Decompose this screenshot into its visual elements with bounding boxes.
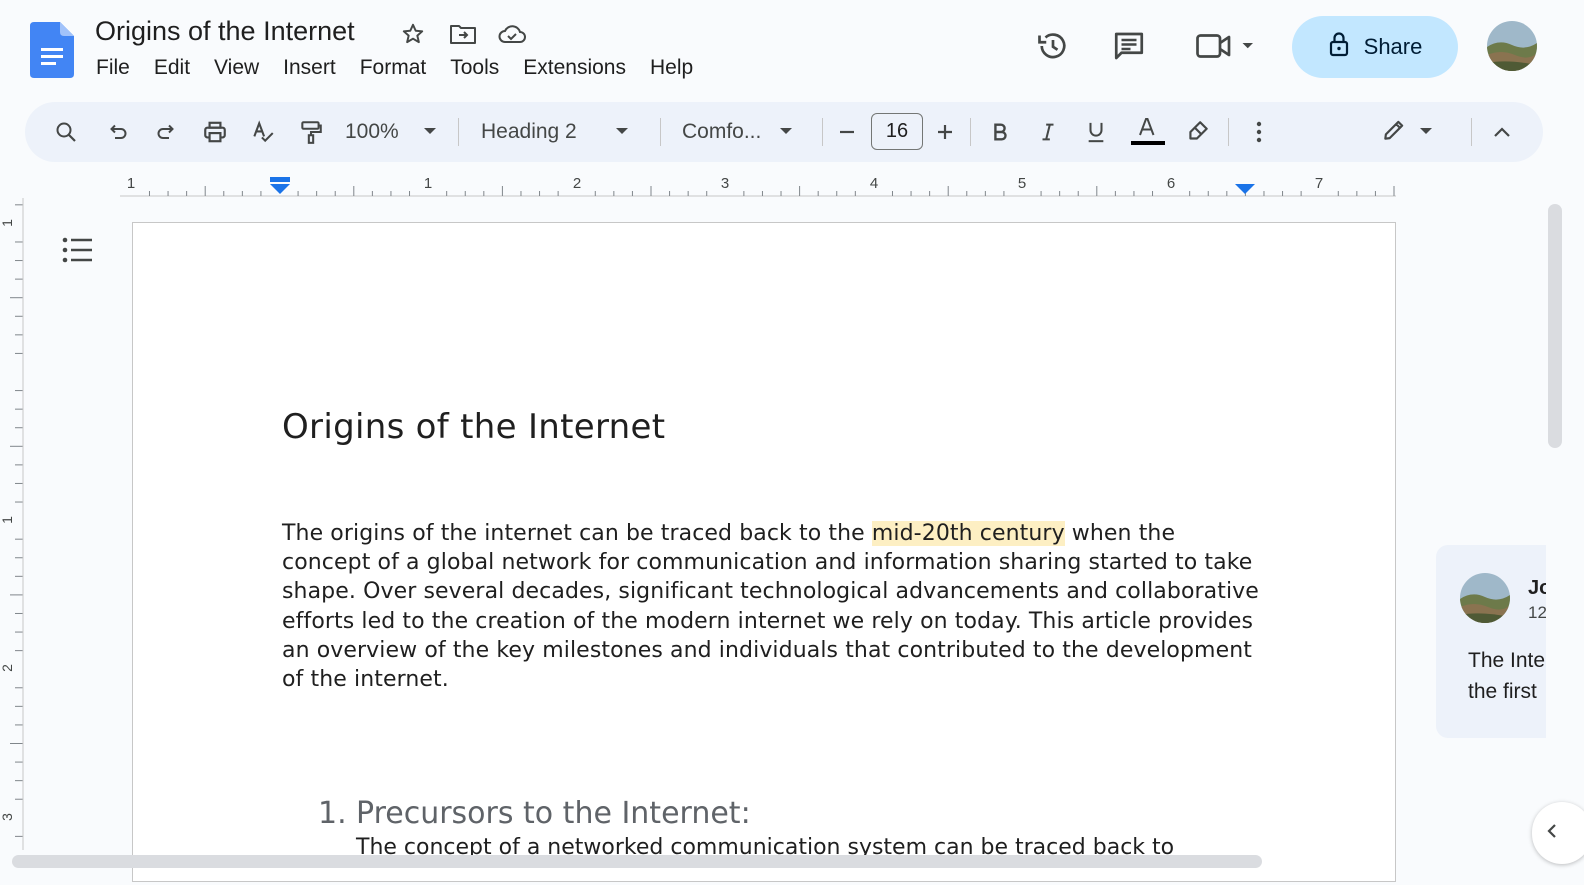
comment-text: the first xyxy=(1468,680,1537,703)
menu-bar: File Edit View Insert Format Tools Exten… xyxy=(84,54,705,82)
paragraph-text: when the concept of a global network for… xyxy=(282,521,1259,693)
chevron-down-icon xyxy=(779,123,793,141)
ruler-label: 4 xyxy=(870,175,878,192)
share-label: Share xyxy=(1363,34,1423,59)
italic-icon[interactable] xyxy=(1031,102,1065,162)
redo-icon[interactable] xyxy=(149,102,183,162)
star-icon[interactable] xyxy=(398,20,428,48)
chevron-down-icon xyxy=(423,123,437,141)
comment-card[interactable]: Jo 12 The Inte the first xyxy=(1436,545,1546,738)
chevron-down-icon xyxy=(615,123,629,141)
paragraph-style-select[interactable]: Heading 2 xyxy=(481,102,641,162)
comments-icon[interactable] xyxy=(1107,24,1151,68)
menu-edit[interactable]: Edit xyxy=(142,54,202,82)
ruler-label: 6 xyxy=(1167,175,1175,192)
pencil-icon xyxy=(1381,117,1407,148)
left-indent-marker[interactable] xyxy=(270,177,290,194)
version-history-icon[interactable] xyxy=(1031,24,1075,68)
lock-icon xyxy=(1328,31,1350,63)
vruler-label: 3 xyxy=(0,813,15,821)
decrease-font-size-icon[interactable] xyxy=(832,102,862,162)
toolbar-divider xyxy=(1228,118,1229,146)
horizontal-scrollbar[interactable] xyxy=(12,855,1262,868)
vruler-label: 1 xyxy=(0,219,15,227)
document-title[interactable]: Origins of the Internet xyxy=(95,16,355,47)
increase-font-size-icon[interactable] xyxy=(930,102,960,162)
ruler-label: 3 xyxy=(721,175,729,192)
font-value: Comfo... xyxy=(682,120,762,143)
menu-extensions[interactable]: Extensions xyxy=(511,54,638,82)
paragraph-text: The origins of the internet can be trace… xyxy=(282,521,872,546)
intro-paragraph[interactable]: The origins of the internet can be trace… xyxy=(282,519,1262,694)
list-number: 1. xyxy=(318,796,347,831)
chevron-down-icon xyxy=(1419,123,1433,141)
vertical-scrollbar[interactable] xyxy=(1548,204,1562,448)
commented-highlight[interactable]: mid-20th century xyxy=(871,521,1065,546)
style-value: Heading 2 xyxy=(481,120,577,143)
document-heading[interactable]: Origins of the Internet xyxy=(282,407,665,447)
search-menus-icon[interactable] xyxy=(49,102,83,162)
font-size-input[interactable]: 16 xyxy=(871,113,923,150)
menu-insert[interactable]: Insert xyxy=(271,54,348,82)
horizontal-ruler[interactable]: 1 1 2 3 4 5 6 7 xyxy=(0,168,1545,198)
account-avatar[interactable] xyxy=(1487,21,1537,71)
menu-view[interactable]: View xyxy=(202,54,271,82)
ruler-label: 2 xyxy=(573,175,581,192)
toolbar-divider xyxy=(970,118,971,146)
zoom-value: 100% xyxy=(345,120,399,143)
share-button[interactable]: Share xyxy=(1292,16,1458,78)
comment-author: Jo xyxy=(1528,577,1546,599)
editing-mode-select[interactable] xyxy=(1375,102,1439,162)
print-icon[interactable] xyxy=(198,102,232,162)
meet-camera-icon[interactable] xyxy=(1190,24,1262,68)
hide-menus-icon[interactable] xyxy=(1487,102,1517,162)
paint-format-icon[interactable] xyxy=(294,102,328,162)
menu-format[interactable]: Format xyxy=(348,54,439,82)
text-color-icon[interactable] xyxy=(1128,102,1166,162)
ruler-label: 7 xyxy=(1315,175,1323,192)
menu-help[interactable]: Help xyxy=(638,54,705,82)
toolbar-divider xyxy=(458,118,459,146)
toolbar-divider xyxy=(1471,118,1472,146)
menu-file[interactable]: File xyxy=(84,54,142,82)
highlight-color-icon[interactable] xyxy=(1181,102,1215,162)
chevron-left-icon xyxy=(1546,822,1558,845)
app-header: Origins of the Internet File Edit View I… xyxy=(0,0,1584,100)
bold-icon[interactable] xyxy=(983,102,1017,162)
move-folder-icon[interactable] xyxy=(448,20,478,48)
zoom-select[interactable]: 100% xyxy=(345,102,445,162)
comment-time: 12 xyxy=(1528,603,1546,622)
document-page[interactable]: Origins of the Internet The origins of t… xyxy=(132,222,1396,882)
toolbar-divider xyxy=(660,118,661,146)
ruler-label: 5 xyxy=(1018,175,1026,192)
toolbar-divider xyxy=(822,118,823,146)
font-select[interactable]: Comfo... xyxy=(682,102,802,162)
right-indent-marker[interactable] xyxy=(1235,184,1255,194)
section-heading[interactable]: Precursors to the Internet: xyxy=(356,796,751,831)
comment-text: The Inte xyxy=(1468,649,1546,672)
underline-icon[interactable] xyxy=(1079,102,1113,162)
cloud-saved-icon[interactable] xyxy=(497,20,527,48)
commenter-avatar xyxy=(1460,573,1510,623)
ruler-label: 1 xyxy=(424,175,432,192)
document-outline-icon[interactable] xyxy=(56,230,100,270)
menu-tools[interactable]: Tools xyxy=(438,54,511,82)
more-options-icon[interactable] xyxy=(1245,102,1273,162)
vertical-ruler[interactable]: 1 1 2 3 xyxy=(0,198,26,850)
formatting-toolbar: 100% Heading 2 Comfo... 16 xyxy=(25,102,1543,162)
docs-logo-icon[interactable] xyxy=(30,22,74,78)
vruler-label: 1 xyxy=(0,516,15,524)
ruler-label: 1 xyxy=(127,175,135,192)
side-panel-toggle[interactable] xyxy=(1532,802,1584,864)
spellcheck-icon[interactable] xyxy=(246,102,280,162)
undo-icon[interactable] xyxy=(101,102,135,162)
vruler-label: 2 xyxy=(0,664,15,672)
